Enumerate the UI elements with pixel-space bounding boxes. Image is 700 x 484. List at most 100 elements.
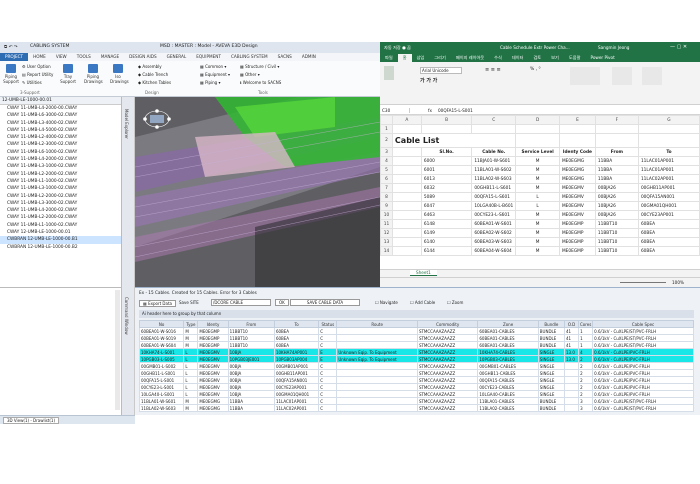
cell[interactable]: 6463 [420, 210, 473, 220]
excel-menu-tab[interactable]: 수식 [489, 54, 507, 62]
table-row[interactable]: 60BEA02-W-S602MME0EGMP11BBT1060BEAC STMCC… [139, 411, 694, 412]
tree-item[interactable]: CWAY 11-UMB-L2-2000-02.CWAY [0, 171, 121, 178]
table-row[interactable]: 11BLA01-W-S601 M ME0EGMG 11BBA 11LAC01AP001 C… [139, 397, 694, 405]
piping-drawings-button[interactable]: Piping Drawings [84, 64, 103, 84]
excel-menu-tab[interactable]: 도움말 [564, 54, 586, 62]
grid-cell[interactable]: 00CYE23AP001 [273, 383, 320, 391]
table-row[interactable]: 60BEA01-W-S019 M ME0EGMP 11BBT10 60BEA C STMCC… [139, 334, 694, 342]
cell[interactable]: L [515, 192, 560, 202]
quick-access-toolbar[interactable]: ⧉ ↶ ↷ [4, 44, 18, 50]
grid-column-header[interactable]: Bundle [537, 320, 565, 328]
grid-column-header[interactable]: From [227, 320, 275, 328]
tree-item[interactable]: CWAY 11-UMB-L2-3000-02.CWAY [0, 141, 121, 148]
grid-cell[interactable]: STMCCAAAZAAZZ [416, 334, 479, 342]
cell[interactable]: ME0EGMG [558, 156, 596, 166]
cell[interactable]: 6000 [420, 156, 473, 166]
formula-input[interactable]: 00QFA15-L-S001 [438, 108, 473, 113]
cell[interactable]: 6148 [420, 219, 473, 229]
grid-cell[interactable]: C [318, 362, 338, 370]
ribbon-tab[interactable]: VIEW [51, 53, 72, 61]
cell[interactable]: ME0EGMG [558, 174, 596, 184]
grid-cell[interactable]: 3 [578, 404, 594, 412]
grid-cell[interactable]: SINGLE [537, 369, 565, 377]
grid-cell[interactable]: 0.6/1kV - CuXLPE/PVC-FRLH [592, 369, 694, 377]
cell[interactable]: 60BEA [637, 246, 700, 256]
cell[interactable] [515, 133, 560, 148]
zoom-slider[interactable] [620, 282, 666, 283]
cell[interactable]: 11LAC01AP001 [637, 156, 700, 166]
grid-column-header[interactable]: Route [336, 320, 418, 328]
cell[interactable]: M [515, 165, 560, 175]
grid-cell[interactable]: 2 [578, 383, 594, 391]
grid-cell[interactable]: 0.6/1kV - CuXLPE/PVC-FRLH [592, 376, 694, 384]
grid-cell[interactable]: ME0EGMV [197, 376, 229, 384]
cells-group[interactable] [612, 67, 632, 85]
grid-cell[interactable]: STMCCAAAZAAZZ [416, 355, 479, 363]
cell[interactable] [637, 124, 700, 134]
cell[interactable]: 11BBT10 [594, 246, 639, 256]
grid-cell[interactable] [336, 362, 418, 370]
row-number[interactable]: 11 [380, 219, 393, 229]
grid-cell[interactable]: 60BEA01-W-S016 [139, 327, 185, 335]
tree-item[interactable]: CWAY 11-UMB-L6-1000-02.CWAY [0, 149, 121, 156]
grid-cell[interactable]: ME0EGMV [197, 362, 229, 370]
grid-cell[interactable]: 60BEA [273, 327, 320, 335]
cell[interactable]: 6144 [420, 246, 473, 256]
tree-item[interactable]: CWAY 11-UMB-L3-4000-02.CWAY [0, 120, 121, 127]
grid-cell[interactable]: 60BEA02-CABLES [477, 411, 539, 412]
cell[interactable] [391, 165, 422, 175]
cell[interactable] [391, 228, 422, 238]
grid-cell[interactable]: 00GMB01-L-S002 [139, 362, 185, 370]
grid-cell[interactable] [336, 390, 418, 398]
ribbon-tab[interactable]: HOME [28, 53, 51, 61]
grid-cell[interactable]: C [318, 411, 338, 412]
grid-cell[interactable] [336, 383, 418, 391]
utilities-button[interactable]: ✎ Utilities [22, 80, 42, 85]
cell[interactable]: M [515, 237, 560, 247]
cell[interactable] [471, 124, 517, 134]
grid-cell[interactable]: L [183, 355, 199, 363]
grid-cell[interactable]: 1 [578, 411, 594, 412]
grid-cell[interactable]: SINGLE [537, 362, 565, 370]
grid-cell[interactable]: 11BLA02-W-S603 [139, 404, 185, 412]
row-number[interactable]: 10 [380, 210, 393, 220]
grid-column-header[interactable]: No [139, 320, 185, 328]
column-header[interactable]: A [391, 115, 422, 125]
grid-cell[interactable]: C [318, 327, 338, 335]
grid-cell[interactable] [563, 362, 580, 370]
cell[interactable]: L [515, 201, 560, 211]
bold-button[interactable]: 가 가 가 [420, 77, 437, 84]
column-header[interactable]: F [594, 115, 639, 125]
grid-cell[interactable]: 41 [563, 341, 580, 349]
report-utility-button[interactable]: ▤ Report Utility [22, 72, 53, 77]
grid-cell[interactable]: 00QFA15-CABLES [477, 376, 539, 384]
grid-cell[interactable]: 00BJA [227, 383, 275, 391]
grid-cell[interactable]: 11BBT10 [227, 411, 275, 412]
grid-cell[interactable]: STMCCAAAZAAZZ [416, 397, 479, 405]
grid-cell[interactable]: C [318, 341, 338, 349]
assembly-button[interactable]: ◆ Assembly [138, 64, 162, 69]
ribbon-tab[interactable]: DESIGN AIDS [124, 53, 161, 61]
table-header-cell[interactable]: Identy Code [558, 147, 596, 157]
grid-cell[interactable]: 10PGB03JE001 [227, 355, 275, 363]
cell[interactable]: M [515, 246, 560, 256]
grid-cell[interactable]: C [318, 390, 338, 398]
excel-menu-tab[interactable]: 보기 [546, 54, 564, 62]
row-number[interactable]: 4 [380, 156, 393, 166]
tree-item[interactable]: CWAY 11-UMB-L3-1000-02.CWAY [0, 185, 121, 192]
grid-cell[interactable]: Unknown Eqip. To Equipment [336, 355, 418, 363]
grid-cell[interactable] [336, 327, 418, 335]
cell[interactable]: ME0EGMV [558, 192, 596, 202]
grid-cell[interactable] [336, 397, 418, 405]
align-buttons[interactable]: ≡ ≡ ≡ [485, 67, 501, 73]
grid-cell[interactable]: 0.6/1kV - CuXLPE/ST/PVC-FRLH [592, 334, 694, 342]
grid-cell[interactable]: M [183, 397, 199, 405]
grid-cell[interactable]: SINGLE [537, 348, 565, 356]
grid-cell[interactable]: ME0EGMV [197, 390, 229, 398]
grid-cell[interactable]: 00GMA01QH001 [273, 390, 320, 398]
grid-cell[interactable]: 00QFA15AN001 [273, 376, 320, 384]
grid-cell[interactable]: 41 [563, 327, 580, 335]
cell[interactable]: 11BBA [594, 165, 639, 175]
grid-column-header[interactable]: O.D [563, 320, 580, 328]
grid-cell[interactable]: 0.6/1kV - CuXLPE/ST/PVC-FRLH [592, 404, 694, 412]
